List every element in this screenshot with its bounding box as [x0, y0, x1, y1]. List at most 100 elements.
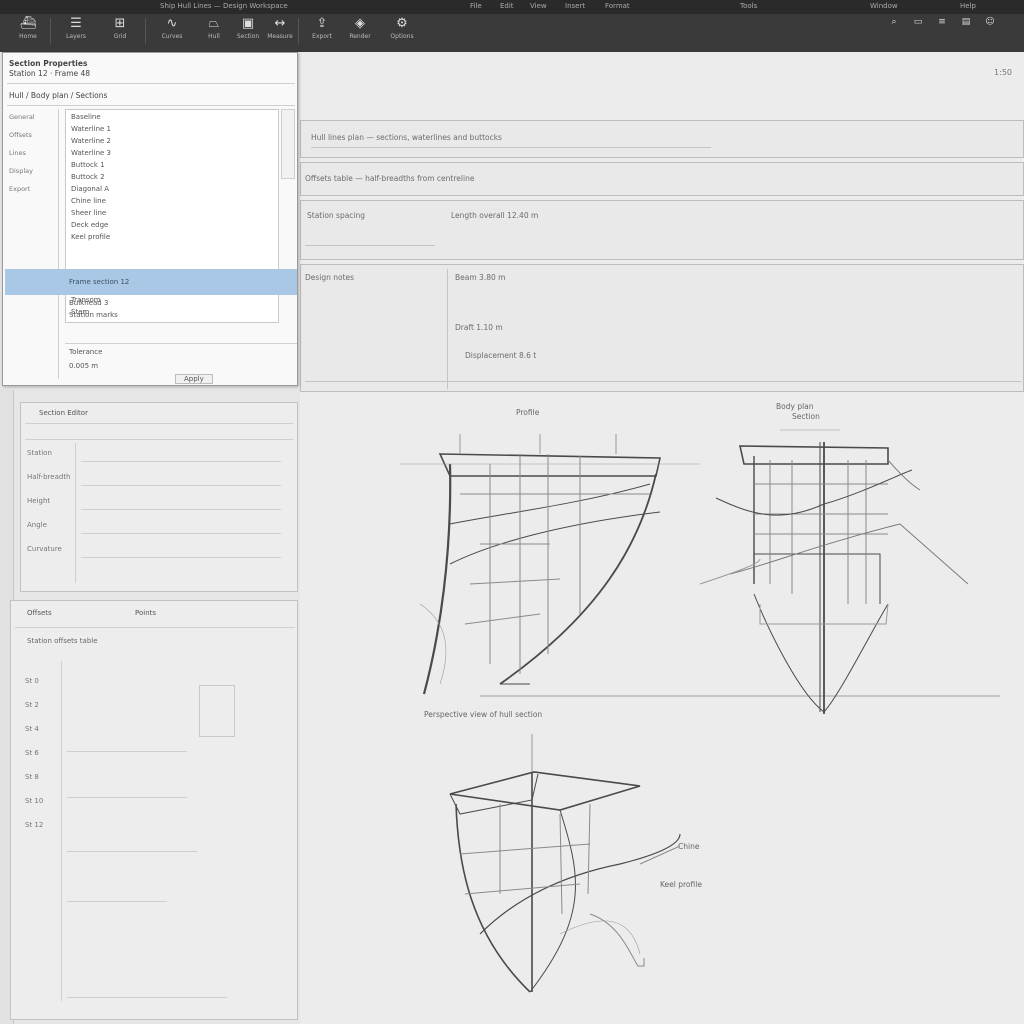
panel-icon[interactable]: ▤: [956, 17, 976, 31]
list-item[interactable]: Keel profile: [71, 233, 110, 241]
scale-label: 1:50: [994, 68, 1012, 77]
offset-row-label: St 12: [25, 821, 44, 829]
toolbar-button-curves[interactable]: ∿ Curves: [152, 16, 192, 48]
value-field[interactable]: [81, 509, 281, 510]
top-toolbar: Ship Hull Lines — Design Workspace File …: [0, 0, 1024, 52]
list-item[interactable]: Buttock 2: [71, 173, 105, 181]
window-title: Ship Hull Lines — Design Workspace: [160, 2, 288, 10]
window-icon[interactable]: ▭: [908, 17, 928, 31]
menu-format[interactable]: Format: [605, 2, 630, 10]
selected-item-label: Frame section 12: [69, 278, 130, 286]
toolbar-button-render[interactable]: ◈ Render: [340, 16, 380, 48]
toolbar-button-layers[interactable]: ☰ Layers: [56, 16, 96, 48]
canvas-row-text: Station spacing: [307, 211, 366, 220]
tolerance-value[interactable]: 0.005 m: [69, 362, 98, 370]
panel-title: Section Editor: [39, 409, 88, 417]
offsets-header: Station offsets table: [27, 637, 98, 645]
divider: [61, 661, 62, 1001]
perspective-view: [449, 734, 681, 993]
value-field[interactable]: [67, 751, 187, 752]
hull-sketch-svg: [400, 429, 1000, 993]
dialog-subtitle: Station 12 · Frame 48: [9, 69, 91, 78]
list-item[interactable]: Baseline: [71, 113, 101, 121]
value-field[interactable]: [81, 461, 281, 462]
offset-row-label: St 4: [25, 725, 39, 733]
value-field[interactable]: [67, 851, 197, 852]
toolbar-separator: [50, 18, 51, 44]
dialog-side-list: General Offsets Lines Display Export: [7, 109, 59, 379]
toolbar-separator: [145, 18, 146, 44]
list-scrollbar[interactable]: [281, 109, 295, 179]
list-item[interactable]: Chine line: [71, 197, 106, 205]
app-logo-icon: ⛴: [19, 16, 37, 31]
toolbar-button-grid[interactable]: ⊞ Grid: [100, 16, 140, 48]
list-item[interactable]: Waterline 3: [71, 149, 111, 157]
divider: [75, 443, 76, 583]
side-item-export[interactable]: Export: [9, 185, 30, 193]
list-item[interactable]: Sheer line: [71, 209, 106, 217]
selected-list-row[interactable]: Frame section 12: [5, 269, 297, 295]
panel-row-label: Height: [27, 497, 51, 505]
dialog-footer: Tolerance 0.005 m Apply: [65, 343, 297, 384]
user-icon[interactable]: ☺: [980, 17, 1000, 31]
menu-edit[interactable]: Edit: [500, 2, 514, 10]
side-item-display[interactable]: Display: [9, 167, 33, 175]
section-properties-dialog: Section Properties Station 12 · Frame 48…: [2, 52, 298, 386]
title-bar: Ship Hull Lines — Design Workspace File …: [0, 0, 1024, 14]
body-plan-view: [699, 429, 969, 714]
toolbar-button-options[interactable]: ⚙ Options: [382, 16, 422, 48]
value-field[interactable]: [67, 901, 167, 902]
canvas-row-text: Displacement 8.6 t: [465, 351, 537, 360]
section-editor-panel: Section Editor Station Half-breadth Heig…: [20, 402, 298, 592]
menu-file[interactable]: File: [470, 2, 482, 10]
offset-row-label: St 2: [25, 701, 39, 709]
hull-drawing-area[interactable]: Profile Body plan Section Perspective vi…: [300, 394, 1024, 1024]
list-item[interactable]: Diagonal A: [71, 185, 109, 193]
list-item[interactable]: Station marks: [69, 311, 118, 319]
render-icon: ◈: [355, 16, 365, 31]
value-field[interactable]: [81, 557, 281, 558]
panel-tab-points[interactable]: Points: [135, 609, 156, 617]
side-item-offsets[interactable]: Offsets: [9, 131, 32, 139]
list-item[interactable]: Waterline 1: [71, 125, 111, 133]
divider: [15, 627, 295, 628]
list-item[interactable]: Buttock 1: [71, 161, 105, 169]
canvas-row-offsets: Offsets table — half-breadths from centr…: [300, 162, 1024, 196]
list-item[interactable]: Deck edge: [71, 221, 108, 229]
menu-tools[interactable]: Tools: [740, 2, 757, 10]
curve-icon: ∿: [166, 16, 178, 31]
value-field[interactable]: [81, 533, 281, 534]
divider: [7, 105, 295, 106]
panel-row-label: Half-breadth: [27, 473, 71, 481]
toolbar-button-export[interactable]: ⇪ Export: [302, 16, 342, 48]
dialog-title: Section Properties: [9, 59, 88, 68]
toolbar-button-home[interactable]: ⛴ Home: [8, 16, 48, 48]
apply-button[interactable]: Apply: [175, 374, 213, 384]
value-field[interactable]: [67, 797, 187, 798]
search-icon[interactable]: ⌕: [884, 17, 904, 31]
menu-window[interactable]: Window: [870, 2, 898, 10]
list-icon[interactable]: ≡: [932, 17, 952, 31]
offsets-panel: Offsets Points Station offsets table St …: [10, 600, 298, 1020]
divider: [25, 439, 293, 440]
panel-title: Offsets: [27, 609, 52, 617]
menu-insert[interactable]: Insert: [565, 2, 585, 10]
settings-icon: ⚙: [396, 16, 408, 31]
tolerance-label: Tolerance: [69, 348, 103, 356]
value-field[interactable]: [67, 997, 227, 998]
preview-thumbnail[interactable]: [199, 685, 235, 737]
toolbar-separator: [298, 18, 299, 44]
canvas-row-text: Length overall 12.40 m: [451, 211, 539, 220]
profile-view: [400, 434, 1000, 697]
value-field[interactable]: [81, 485, 281, 486]
measure-icon: ↔: [274, 16, 286, 31]
side-item-general[interactable]: General: [9, 113, 35, 121]
list-item[interactable]: Waterline 2: [71, 137, 111, 145]
menu-view[interactable]: View: [530, 2, 547, 10]
canvas-row-spacing: Station spacing Length overall 12.40 m: [300, 200, 1024, 260]
list-item[interactable]: Bulkhead 3: [69, 299, 108, 307]
toolbar-button-measure[interactable]: ↔ Measure: [260, 16, 300, 48]
side-item-lines[interactable]: Lines: [9, 149, 26, 157]
menu-help[interactable]: Help: [960, 2, 976, 10]
panel-row-label: Station: [27, 449, 52, 457]
